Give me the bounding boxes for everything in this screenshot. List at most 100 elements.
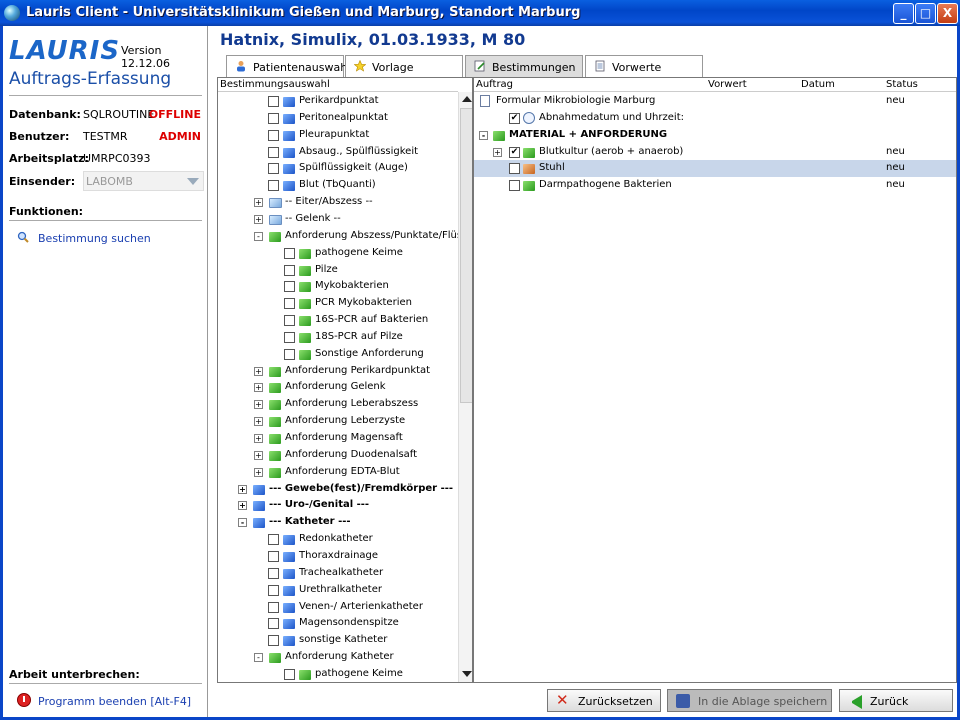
checkbox[interactable] [284, 315, 295, 327]
tree-row[interactable]: + Anforderung EDTA-Blut [218, 464, 458, 481]
checkbox[interactable] [268, 635, 279, 647]
checkbox[interactable] [268, 567, 279, 579]
checkbox[interactable] [268, 601, 279, 613]
expand-icon[interactable]: + [493, 147, 502, 157]
checkbox[interactable] [268, 550, 279, 562]
tree-row[interactable]: Pilze [218, 262, 458, 279]
order-row[interactable]: - MATERIAL + ANFORDERUNG [474, 127, 956, 144]
tree-row[interactable]: Blut (TbQuanti) [218, 177, 458, 194]
tree-row[interactable]: + Anforderung Duodenalsaft [218, 447, 458, 464]
tab-determinations[interactable]: Bestimmungen [465, 55, 583, 77]
collapse-icon[interactable]: - [254, 653, 263, 663]
checkbox[interactable]: ✔ [509, 146, 520, 158]
tree-row[interactable]: Spülflüssigkeit (Auge) [218, 160, 458, 177]
tree-row[interactable]: + Anforderung Leberzyste [218, 413, 458, 430]
checkbox[interactable] [284, 668, 295, 680]
tree-row[interactable]: + --- Gewebe(fest)/Fremdkörper --- [218, 481, 458, 498]
checkbox[interactable] [284, 247, 295, 259]
back-button[interactable]: Zurück [839, 689, 953, 712]
book-icon [269, 417, 281, 428]
tree-row[interactable]: Thoraxdrainage [218, 548, 458, 565]
expand-icon[interactable]: + [254, 214, 263, 224]
tree-row[interactable]: Absaug., Spülflüssigkeit [218, 144, 458, 161]
tree-row[interactable]: Venen-/ Arterienkatheter [218, 599, 458, 616]
checkbox[interactable] [509, 180, 520, 192]
tab-patient-selection[interactable]: Patientenauswahl [226, 55, 350, 77]
order-row[interactable]: Stuhl neu [474, 160, 956, 178]
checkbox[interactable] [268, 180, 279, 192]
checkbox[interactable] [284, 298, 295, 310]
checkbox[interactable] [284, 281, 295, 293]
tree-row[interactable]: - Anforderung Katheter [218, 649, 458, 666]
tree-row[interactable]: PCR Mykobakterien [218, 295, 458, 312]
tree-row[interactable]: + Anforderung Leberabszess [218, 396, 458, 413]
tree-row[interactable]: Urethralkatheter [218, 582, 458, 599]
expand-icon[interactable]: + [254, 400, 263, 410]
tree-row[interactable]: pathogene Keime [218, 245, 458, 262]
checkbox[interactable] [284, 331, 295, 343]
expand-icon[interactable]: + [254, 383, 263, 393]
close-button[interactable]: X [937, 3, 958, 24]
collapse-icon[interactable]: - [479, 130, 488, 140]
checkbox[interactable] [268, 146, 279, 158]
scroll-up-arrow-icon[interactable] [462, 96, 472, 102]
reset-button[interactable]: ✕ Zurücksetzen [547, 689, 661, 712]
checkbox[interactable] [268, 129, 279, 141]
scroll-thumb[interactable] [460, 108, 472, 403]
tree-row[interactable]: + Anforderung Magensaft [218, 430, 458, 447]
checkbox[interactable] [268, 584, 279, 596]
expand-icon[interactable]: + [254, 417, 263, 427]
tree-row[interactable]: Peritonealpunktat [218, 110, 458, 127]
expand-icon[interactable]: + [254, 366, 263, 376]
checkbox[interactable] [268, 534, 279, 546]
order-row[interactable]: ✔ Abnahmedatum und Uhrzeit: [474, 110, 956, 127]
minimize-button[interactable]: _ [893, 3, 914, 24]
exit-program-link[interactable]: Programm beenden [Alt-F4] [38, 695, 191, 708]
tab-template[interactable]: Vorlage [345, 55, 463, 77]
collapse-icon[interactable]: - [254, 231, 263, 241]
tree-row[interactable]: + Anforderung Perikardpunktat [218, 363, 458, 380]
tree-row[interactable]: 16S-PCR auf Bakterien [218, 312, 458, 329]
save-to-storage-button[interactable]: In die Ablage speichern [667, 689, 832, 712]
tree-row[interactable]: + -- Gelenk -- [218, 211, 458, 228]
tree-row[interactable]: + Anforderung Gelenk [218, 379, 458, 396]
tree-row[interactable]: Mykobakterien [218, 278, 458, 295]
tree-row[interactable]: 18S-PCR auf Pilze [218, 329, 458, 346]
maximize-button[interactable]: □ [915, 3, 936, 24]
expand-icon[interactable]: + [238, 484, 247, 494]
sender-select[interactable]: LABOMB [83, 171, 204, 191]
tree-row[interactable]: Sonstige Anforderung [218, 346, 458, 363]
checkbox[interactable]: ✔ [509, 112, 520, 124]
expand-icon[interactable]: + [238, 501, 247, 511]
tree-row[interactable]: - --- Katheter --- [218, 514, 458, 531]
tree-row[interactable]: - Anforderung Abszess/Punktate/Flüssig [218, 228, 472, 245]
tree-row[interactable]: Pleurapunktat [218, 127, 458, 144]
checkbox[interactable] [284, 348, 295, 360]
scroll-down-arrow-icon[interactable] [462, 671, 472, 677]
order-row[interactable]: + ✔ Blutkultur (aerob + anaerob) neu [474, 144, 956, 161]
checkbox[interactable] [268, 112, 279, 124]
tree-row[interactable]: Perikardpunktat [218, 93, 458, 110]
tab-previous-values[interactable]: Vorwerte [585, 55, 703, 77]
tree-row[interactable]: + --- Uro-/Genital --- [218, 497, 458, 514]
expand-icon[interactable]: + [254, 434, 263, 443]
checkbox[interactable] [268, 618, 279, 630]
checkbox[interactable] [284, 264, 295, 276]
checkbox[interactable] [268, 96, 279, 107]
tree-row[interactable]: sonstige Katheter [218, 632, 458, 649]
tree-row[interactable]: Redonkatheter [218, 531, 458, 548]
tree-row[interactable]: + -- Eiter/Abszess -- [218, 194, 458, 211]
tree-row[interactable]: Magensondenspitze [218, 615, 458, 632]
expand-icon[interactable]: + [254, 450, 263, 460]
checkbox[interactable] [509, 163, 520, 175]
order-row[interactable]: Formular Mikrobiologie Marburg neu [474, 93, 956, 110]
expand-icon[interactable]: + [254, 467, 263, 477]
collapse-icon[interactable]: - [238, 518, 247, 528]
order-row[interactable]: Darmpathogene Bakterien neu [474, 177, 956, 194]
search-determination-link[interactable]: Bestimmung suchen [38, 232, 151, 245]
tree-row[interactable]: pathogene Keime [218, 666, 458, 682]
vertical-scrollbar[interactable] [458, 92, 472, 682]
tree-row[interactable]: Trachealkatheter [218, 565, 458, 582]
expand-icon[interactable]: + [254, 198, 263, 208]
checkbox[interactable] [268, 163, 279, 175]
